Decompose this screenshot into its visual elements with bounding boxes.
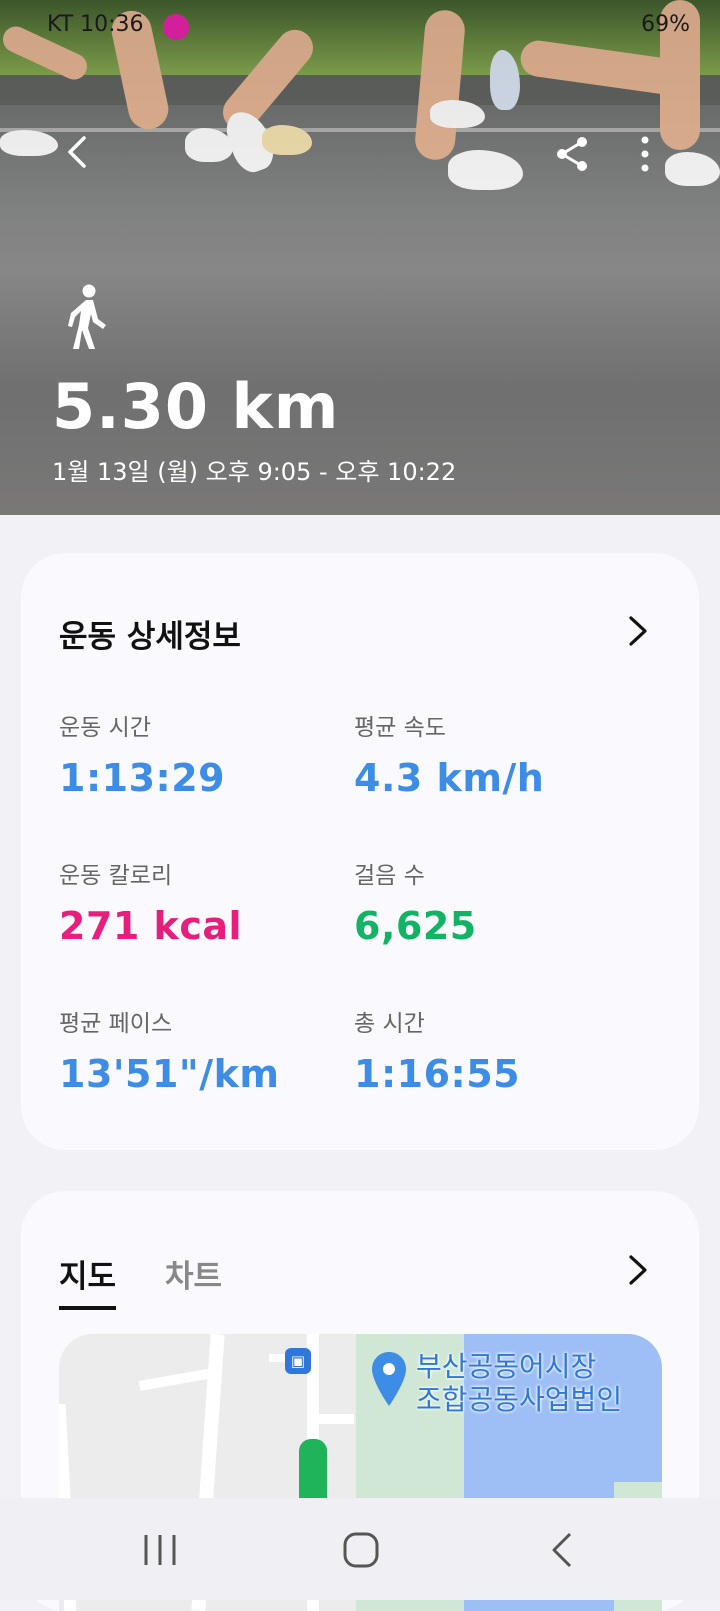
stat-workout-time: 운동 시간 1:13:29 (59, 708, 225, 800)
stat-label: 운동 칼로리 (59, 863, 173, 889)
route-path (299, 1439, 327, 1499)
bus-stop-icon: ▣ (285, 1348, 311, 1374)
status-bar: KT 10:36 69% (0, 12, 720, 42)
stat-total-time: 총 시간 1:16:55 (354, 1004, 520, 1096)
notification-badge-icon (163, 14, 189, 40)
stat-label: 평균 속도 (354, 715, 446, 741)
distance-value: 5.30 km (52, 370, 340, 443)
recent-apps-icon[interactable] (138, 1530, 182, 1570)
status-carrier-time: KT 10:36 (47, 12, 144, 37)
back-chevron-icon[interactable] (58, 132, 98, 172)
map-road (314, 1414, 354, 1424)
stat-average-pace: 평균 페이스 13'51"/km (59, 1004, 279, 1096)
stat-value: 13'51"/km (59, 1052, 280, 1096)
poi-line: 부산공동어시장 (416, 1350, 597, 1383)
back-icon[interactable] (540, 1530, 584, 1570)
share-icon[interactable] (553, 134, 593, 174)
tab-chart[interactable]: 차트 (165, 1251, 222, 1296)
map-pin-icon (372, 1352, 406, 1406)
stat-value: 1:13:29 (59, 756, 226, 800)
stat-label: 평균 페이스 (59, 1011, 173, 1037)
stat-label: 총 시간 (354, 1011, 425, 1037)
home-icon[interactable] (339, 1530, 383, 1570)
chevron-right-icon[interactable] (625, 1253, 651, 1287)
status-battery: 69% (641, 12, 690, 37)
workout-date-range: 1월 13일 (월) 오후 9:05 - 오후 10:22 (52, 458, 457, 486)
system-navigation-bar (0, 1498, 720, 1600)
stat-average-speed: 평균 속도 4.3 km/h (354, 708, 544, 800)
poi-label: 부산공동어시장 조합공동사업법인 (416, 1350, 622, 1416)
poi-line: 조합공동사업법인 (416, 1383, 623, 1416)
tab-map[interactable]: 지도 (59, 1251, 117, 1310)
stat-value: 1:16:55 (354, 1052, 521, 1096)
stat-value: 271 kcal (59, 904, 243, 948)
workout-details-card[interactable]: 운동 상세정보 운동 시간 1:13:29 평균 속도 4.3 km/h 운동 … (21, 553, 699, 1150)
details-title: 운동 상세정보 (59, 619, 241, 655)
stat-label: 걸음 수 (354, 863, 425, 889)
stat-calories: 운동 칼로리 271 kcal (59, 856, 242, 948)
stat-value: 4.3 km/h (354, 756, 545, 800)
walking-person-icon (68, 284, 106, 349)
stat-label: 운동 시간 (59, 715, 151, 741)
more-vertical-icon[interactable] (625, 134, 665, 174)
stat-value: 6,625 (354, 904, 477, 948)
chevron-right-icon[interactable] (625, 614, 651, 648)
stat-steps: 걸음 수 6,625 (354, 856, 477, 948)
